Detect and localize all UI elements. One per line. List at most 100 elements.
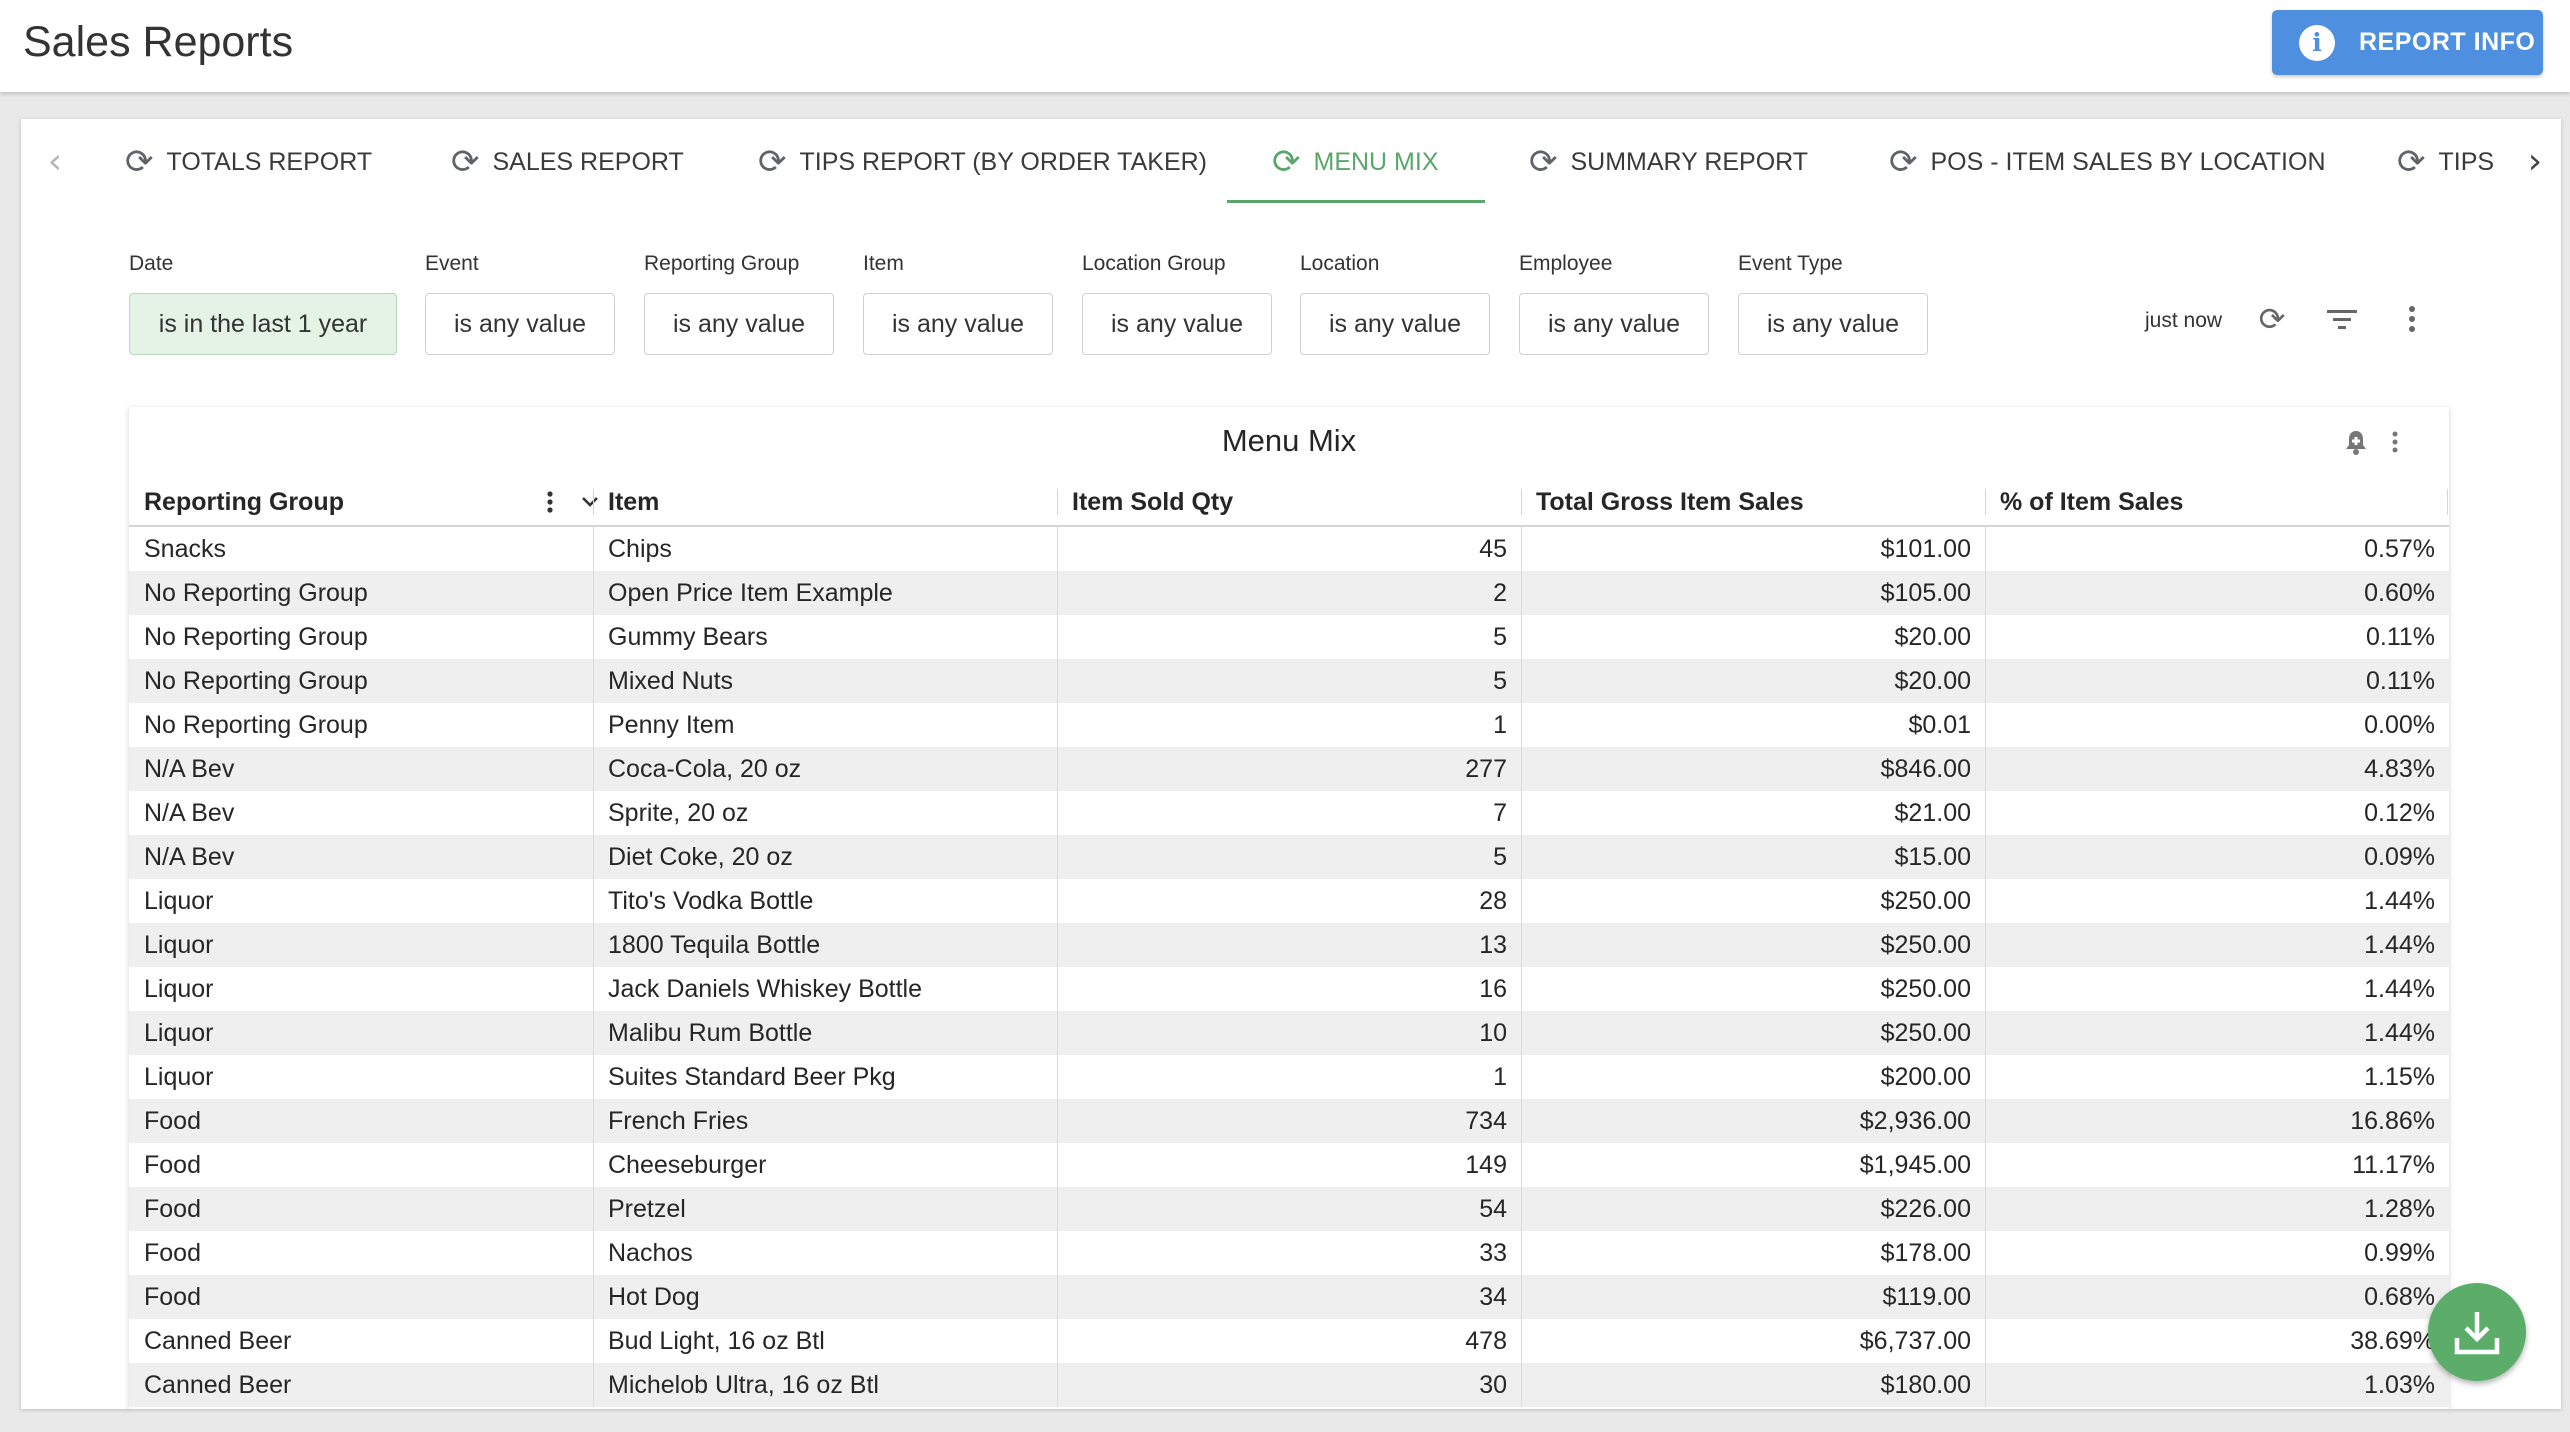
more-vert-icon[interactable]	[547, 485, 553, 519]
column-divider	[593, 703, 594, 747]
table-row[interactable]: Liquor 1800 Tequila Bottle 13 $250.00 1.44%	[129, 923, 2449, 967]
filter-icon[interactable]	[2321, 299, 2363, 339]
table-row[interactable]: Liquor Suites Standard Beer Pkg 1 $200.00 1.…	[129, 1055, 2449, 1099]
active-tab-indicator	[1227, 200, 1485, 203]
cell-reporting-group: No Reporting Group	[144, 579, 368, 607]
column-divider	[1057, 835, 1058, 879]
table-row[interactable]: Canned Beer Bud Light, 16 oz Btl 478 $6,737…	[129, 1319, 2449, 1363]
tab-tips[interactable]: ⟳ TIPS	[2397, 141, 2494, 183]
cell-item: French Fries	[608, 1107, 749, 1135]
column-divider	[593, 1275, 594, 1319]
column-divider	[2447, 489, 2448, 515]
table-row[interactable]: Food Pretzel 54 $226.00 1.28%	[129, 1187, 2449, 1231]
filter-location-group: Location Group is any value	[1082, 252, 1272, 355]
tab-sales-report[interactable]: ⟳ SALES REPORT	[451, 141, 684, 183]
filter-label: Event	[425, 252, 479, 275]
more-vert-icon[interactable]	[2397, 299, 2427, 339]
cell-item: Coca-Cola, 20 oz	[608, 755, 802, 783]
cell-reporting-group: Liquor	[144, 1019, 214, 1047]
column-divider	[1521, 879, 1522, 923]
tab-summary-report[interactable]: ⟳ SUMMARY REPORT	[1529, 141, 1808, 183]
cell-item: Gummy Bears	[608, 623, 768, 651]
column-divider	[1521, 1055, 1522, 1099]
cell-item: Sprite, 20 oz	[608, 799, 749, 827]
cell-item-sold-qty: 7	[1493, 799, 1507, 827]
table-row[interactable]: Canned Beer Michelob Ultra, 16 oz Btl 30 $1…	[129, 1363, 2449, 1407]
cell-percent-of-item-sales: 38.69%	[2350, 1327, 2435, 1355]
more-vert-icon[interactable]	[2385, 425, 2405, 459]
filter-employee-value[interactable]: is any value	[1519, 293, 1709, 355]
column-header-total-gross-item-sales[interactable]: Total Gross Item Sales	[1521, 479, 1985, 525]
filter-event-value[interactable]: is any value	[425, 293, 615, 355]
table-row[interactable]: Snacks Chips 45 $101.00 0.57%	[129, 527, 2449, 571]
cell-percent-of-item-sales: 1.44%	[2364, 1019, 2435, 1047]
filter-event-type-value[interactable]: is any value	[1738, 293, 1928, 355]
tab-menu-mix[interactable]: ⟳ MENU MIX	[1272, 141, 1439, 183]
filter-item-value[interactable]: is any value	[863, 293, 1053, 355]
column-divider	[1057, 527, 1058, 571]
table-row[interactable]: No Reporting Group Penny Item 1 $0.01 0.00%	[129, 703, 2449, 747]
refresh-icon[interactable]: ⟳	[2252, 299, 2292, 339]
table-row[interactable]: Food Cheeseburger 149 $1,945.00 11.17%	[129, 1143, 2449, 1187]
table-row[interactable]: N/A Bev Coca-Cola, 20 oz 277 $846.00 4.83%	[129, 747, 2449, 791]
filter-date-value[interactable]: is in the last 1 year	[129, 293, 397, 355]
filter-label: Employee	[1519, 252, 1613, 275]
chevron-left-icon[interactable]: ‹	[37, 141, 73, 182]
cell-item-sold-qty: 734	[1465, 1107, 1507, 1135]
table-row[interactable]: N/A Bev Diet Coke, 20 oz 5 $15.00 0.09%	[129, 835, 2449, 879]
table-row[interactable]: N/A Bev Sprite, 20 oz 7 $21.00 0.12%	[129, 791, 2449, 835]
cell-item-sold-qty: 28	[1479, 887, 1507, 915]
table-row[interactable]: Liquor Jack Daniels Whiskey Bottle 16 $250.…	[129, 967, 2449, 1011]
bell-icon[interactable]	[2341, 425, 2371, 459]
table-row[interactable]: No Reporting Group Gummy Bears 5 $20.00 0.11…	[129, 615, 2449, 659]
download-button[interactable]	[2428, 1283, 2526, 1381]
download-icon	[2454, 1312, 2500, 1355]
refresh-icon: ⟳	[2397, 142, 2426, 182]
cell-item: Nachos	[608, 1239, 693, 1267]
filter-location-group-value[interactable]: is any value	[1082, 293, 1272, 355]
table-row[interactable]: Liquor Malibu Rum Bottle 10 $250.00 1.44%	[129, 1011, 2449, 1055]
column-divider	[593, 967, 594, 1011]
column-divider	[1521, 1275, 1522, 1319]
tab-totals-report[interactable]: ⟳ TOTALS REPORT	[125, 141, 372, 183]
table-row[interactable]: Food Hot Dog 34 $119.00 0.68%	[129, 1275, 2449, 1319]
tab-tips-report-by-order-taker[interactable]: ⟳ TIPS REPORT (BY ORDER TAKER)	[758, 141, 1207, 183]
filter-label: Location	[1300, 252, 1380, 275]
column-header-item[interactable]: Item	[593, 479, 1057, 525]
column-header-reporting-group[interactable]: Reporting Group	[129, 479, 593, 525]
column-divider	[1521, 791, 1522, 835]
column-header-percent-of-item-sales[interactable]: % of Item Sales	[1985, 479, 2449, 525]
table-row[interactable]: No Reporting Group Mixed Nuts 5 $20.00 0.11%	[129, 659, 2449, 703]
cell-percent-of-item-sales: 0.99%	[2364, 1239, 2435, 1267]
cell-item: Bud Light, 16 oz Btl	[608, 1327, 825, 1355]
filter-location-value[interactable]: is any value	[1300, 293, 1490, 355]
filter-date: Date is in the last 1 year	[129, 252, 397, 355]
cell-item-sold-qty: 277	[1465, 755, 1507, 783]
column-divider	[1521, 1187, 1522, 1231]
table-row[interactable]: No Reporting Group Open Price Item Exampl…	[129, 571, 2449, 615]
table-row[interactable]: Liquor Tito's Vodka Bottle 28 $250.00 1.44%	[129, 879, 2449, 923]
tab-label: SALES REPORT	[492, 147, 684, 176]
filter-reporting-group-value[interactable]: is any value	[644, 293, 834, 355]
table-row[interactable]: Food Nachos 33 $178.00 0.99%	[129, 1231, 2449, 1275]
cell-percent-of-item-sales: 11.17%	[2352, 1151, 2435, 1179]
cell-percent-of-item-sales: 1.03%	[2364, 1371, 2435, 1399]
column-divider	[1057, 879, 1058, 923]
tab-bar: ‹ ⟳ TOTALS REPORT ⟳ SALES REPORT ⟳ TIPS …	[21, 119, 2561, 209]
page-title: Sales Reports	[23, 18, 294, 66]
column-header-item-sold-qty[interactable]: Item Sold Qty	[1057, 479, 1521, 525]
column-divider	[1521, 835, 1522, 879]
cell-reporting-group: N/A Bev	[144, 843, 235, 871]
cell-reporting-group: Liquor	[144, 1063, 214, 1091]
column-divider	[1985, 1187, 1986, 1231]
cell-item: Michelob Ultra, 16 oz Btl	[608, 1371, 879, 1399]
table-row[interactable]: Food French Fries 734 $2,936.00 16.86%	[129, 1099, 2449, 1143]
filter-label: Reporting Group	[644, 252, 800, 275]
cell-item-sold-qty: 33	[1479, 1239, 1507, 1267]
report-info-button[interactable]: i REPORT INFO	[2272, 10, 2543, 75]
column-divider	[1985, 527, 1986, 571]
tab-pos-item-sales-by-location[interactable]: ⟳ POS - ITEM SALES BY LOCATION	[1889, 141, 2326, 183]
column-divider	[1985, 703, 1986, 747]
column-divider	[1985, 1143, 1986, 1187]
chevron-right-icon[interactable]: ›	[2517, 141, 2553, 182]
